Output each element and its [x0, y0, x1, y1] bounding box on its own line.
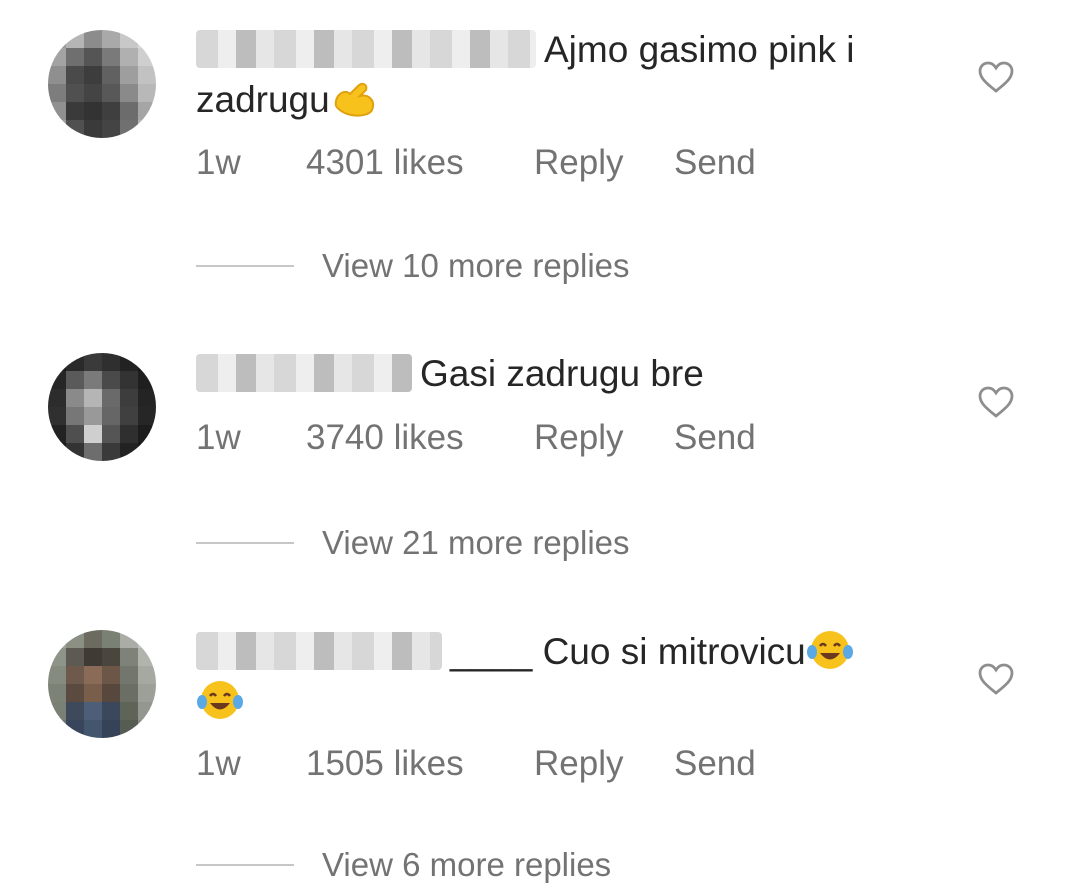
- view-replies-label[interactable]: View 6 more replies: [322, 846, 611, 884]
- comment-text: Gasi zadrugu bre: [196, 349, 936, 399]
- comment-meta: 1w 3740 likes Reply Send: [196, 418, 756, 458]
- view-replies-button[interactable]: View 6 more replies: [196, 846, 611, 884]
- reply-button[interactable]: Reply: [534, 418, 674, 458]
- send-button[interactable]: Send: [674, 418, 756, 458]
- avatar[interactable]: [48, 630, 156, 738]
- send-button[interactable]: Send: [674, 744, 756, 784]
- comment-meta: 1w 1505 likes Reply Send: [196, 744, 756, 784]
- likes-count[interactable]: 4301 likes: [306, 143, 534, 183]
- view-replies-button[interactable]: View 21 more replies: [196, 524, 630, 562]
- replies-divider: [196, 864, 294, 866]
- replies-divider: [196, 542, 294, 544]
- username-blurred[interactable]: [196, 354, 412, 392]
- comment-text: ____ Cuo si mitrovicu: [196, 627, 936, 727]
- comment-time: 1w: [196, 744, 241, 783]
- replies-divider: [196, 265, 294, 267]
- view-replies-label[interactable]: View 10 more replies: [322, 247, 630, 285]
- heart-icon[interactable]: [978, 386, 1014, 418]
- send-button[interactable]: Send: [674, 143, 756, 183]
- heart-icon[interactable]: [978, 663, 1014, 695]
- username-blurred[interactable]: [196, 632, 442, 670]
- avatar[interactable]: [48, 353, 156, 461]
- tears-of-joy-icon: [806, 631, 853, 669]
- reply-button[interactable]: Reply: [534, 143, 674, 183]
- comment-time: 1w: [196, 418, 241, 457]
- comment-body: ____ Cuo si mitrovicu: [450, 631, 806, 672]
- likes-count[interactable]: 1505 likes: [306, 744, 534, 784]
- comment-time: 1w: [196, 143, 241, 182]
- likes-count[interactable]: 3740 likes: [306, 418, 534, 458]
- heart-icon[interactable]: [978, 61, 1014, 93]
- avatar[interactable]: [48, 30, 156, 138]
- username-blurred[interactable]: [196, 30, 536, 68]
- comment-body: Gasi zadrugu bre: [420, 353, 704, 394]
- reply-button[interactable]: Reply: [534, 744, 674, 784]
- tears-of-joy-icon: [197, 681, 243, 719]
- comment-meta: 1w 4301 likes Reply Send: [196, 143, 756, 183]
- flexed-biceps-icon: [334, 82, 374, 117]
- view-replies-button[interactable]: View 10 more replies: [196, 247, 630, 285]
- view-replies-label[interactable]: View 21 more replies: [322, 524, 630, 562]
- comment-text: Ajmo gasimo pink i zadrugu: [196, 25, 936, 125]
